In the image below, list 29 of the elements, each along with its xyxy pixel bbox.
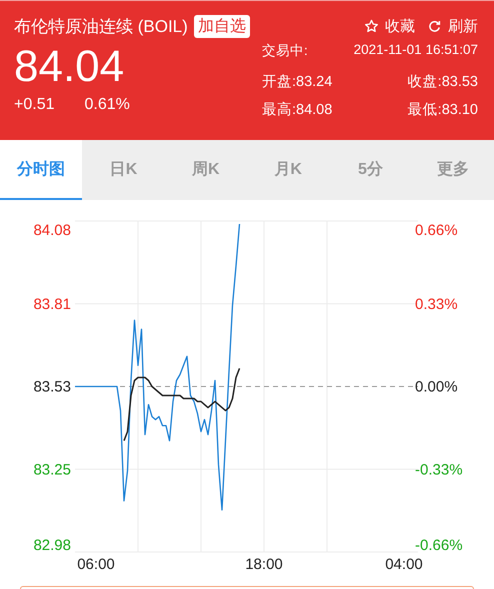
- trading-status: 交易中:: [262, 42, 308, 60]
- time-axis-label: 04:00: [385, 556, 423, 573]
- percent-axis-label: -0.66%: [415, 537, 463, 554]
- price-axis-label: 83.25: [33, 461, 71, 478]
- favorite-button[interactable]: 收藏: [385, 17, 415, 36]
- instrument-title: 布伦特原油连续 (BOIL): [14, 16, 188, 38]
- price-change: +0.51: [14, 96, 54, 114]
- current-price: 84.04: [14, 42, 126, 92]
- price-axis-label: 82.98: [33, 537, 71, 554]
- quote-stat: 开盘:83.24: [262, 73, 334, 91]
- percent-axis-label: -0.33%: [415, 461, 463, 478]
- quote-stat: 最低:83.10: [408, 101, 478, 119]
- percent-axis-label: 0.66%: [415, 222, 458, 239]
- star-icon[interactable]: [364, 19, 379, 34]
- timestamp: 2021-11-01 16:51:07: [354, 42, 478, 59]
- price-axis-label: 84.08: [33, 222, 71, 239]
- percent-axis-label: 0.33%: [415, 296, 458, 313]
- percent-axis-label: 0.00%: [415, 378, 458, 396]
- time-axis-label: 06:00: [77, 556, 115, 573]
- add-watchlist-button[interactable]: 加自选: [194, 15, 250, 38]
- quote-stat: 收盘:83.53: [408, 73, 478, 91]
- chart-tab[interactable]: 分时图: [0, 140, 82, 200]
- refresh-icon[interactable]: [427, 19, 442, 34]
- quote-stat: 最高:84.08: [262, 100, 334, 119]
- change-percent: 0.61%: [84, 96, 130, 114]
- time-axis-label: 18:00: [245, 556, 283, 573]
- price-axis-label: 83.81: [33, 296, 71, 313]
- refresh-button[interactable]: 刷新: [448, 17, 478, 36]
- price-axis-label: 83.53: [33, 378, 71, 396]
